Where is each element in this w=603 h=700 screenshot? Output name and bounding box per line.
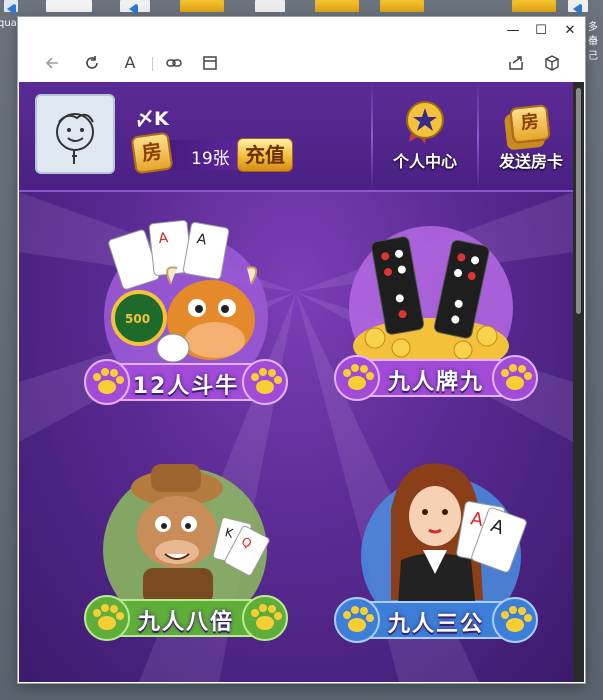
personal-center-label: 个人中心 <box>392 152 457 171</box>
send-room-card-label: 发送房卡 <box>498 152 563 171</box>
back-icon[interactable] <box>42 53 62 73</box>
vertical-scrollbar[interactable] <box>573 82 584 682</box>
room-card-stack-icon: 房 <box>509 104 551 144</box>
lobby-header: 〆K 房 19张 充值 个人中心 房 发送房卡 <box>19 82 573 192</box>
folder-icon[interactable] <box>380 0 424 12</box>
recharge-button[interactable]: 充值 <box>237 138 293 172</box>
game-banner: 九人八倍 <box>81 590 291 644</box>
app-window: — ☐ ✕ A 〆K 房 19张 充值 个人中心 房 发送房卡 A A 500 … <box>18 17 585 683</box>
player-name: 〆K <box>135 108 169 130</box>
link-icon[interactable] <box>164 53 184 73</box>
star-medal-icon <box>406 101 444 144</box>
game-banner: 九人牌九 <box>331 350 541 404</box>
room-card-icon: 房 <box>130 131 174 175</box>
game-title: 九人三公 <box>387 612 484 637</box>
game-lobby: 〆K 房 19张 充值 个人中心 房 发送房卡 A A 500 12人斗牛 九人… <box>19 82 573 682</box>
minimize-button[interactable]: — <box>502 21 524 41</box>
vscode-icon[interactable] <box>4 0 18 14</box>
maximize-button[interactable]: ☐ <box>530 21 552 41</box>
personal-center-button[interactable]: 个人中心 <box>373 82 477 190</box>
desktop-label: 自己 <box>588 36 598 62</box>
reader-mode-icon[interactable]: A <box>120 53 140 73</box>
game-tile-sangong[interactable]: A A 九人三公 <box>331 450 541 660</box>
share-icon[interactable] <box>506 53 526 73</box>
game-title: 12人斗牛 <box>132 374 240 399</box>
send-room-card-button[interactable]: 房 发送房卡 <box>479 82 573 190</box>
avatar[interactable] <box>35 94 115 174</box>
game-tile-12-niuniu[interactable]: A A 500 12人斗牛 <box>81 212 291 422</box>
game-banner: 12人斗牛 <box>81 354 291 408</box>
file-icon[interactable] <box>255 0 285 12</box>
3d-cube-icon[interactable] <box>542 53 562 73</box>
desktop-label: qua <box>0 18 17 29</box>
folder-icon[interactable] <box>315 0 359 12</box>
svg-text:500: 500 <box>125 312 150 326</box>
vscode-icon[interactable] <box>568 0 588 14</box>
game-tile-paijiu[interactable]: 九人牌九 <box>331 218 541 428</box>
title-bar[interactable]: — ☐ ✕ <box>18 17 585 45</box>
window-icon[interactable] <box>200 53 220 73</box>
close-button[interactable]: ✕ <box>559 21 581 41</box>
room-card-count: 19张 <box>191 149 230 169</box>
game-title: 九人八倍 <box>137 610 234 635</box>
folder-icon[interactable] <box>180 0 224 12</box>
game-banner: 九人三公 <box>331 592 541 646</box>
document-thumbnail-icon[interactable] <box>46 0 92 12</box>
refresh-icon[interactable] <box>82 53 102 73</box>
game-title: 九人牌九 <box>387 370 484 395</box>
scrollbar-thumb[interactable] <box>576 88 581 314</box>
cartoon-face-icon <box>56 113 94 164</box>
toolbar-separator <box>152 57 153 71</box>
game-tile-babei[interactable]: K Q 九人八倍 <box>81 450 291 660</box>
vscode-icon[interactable] <box>120 0 150 14</box>
folder-icon[interactable] <box>512 0 556 12</box>
browser-toolbar: A <box>18 45 585 81</box>
